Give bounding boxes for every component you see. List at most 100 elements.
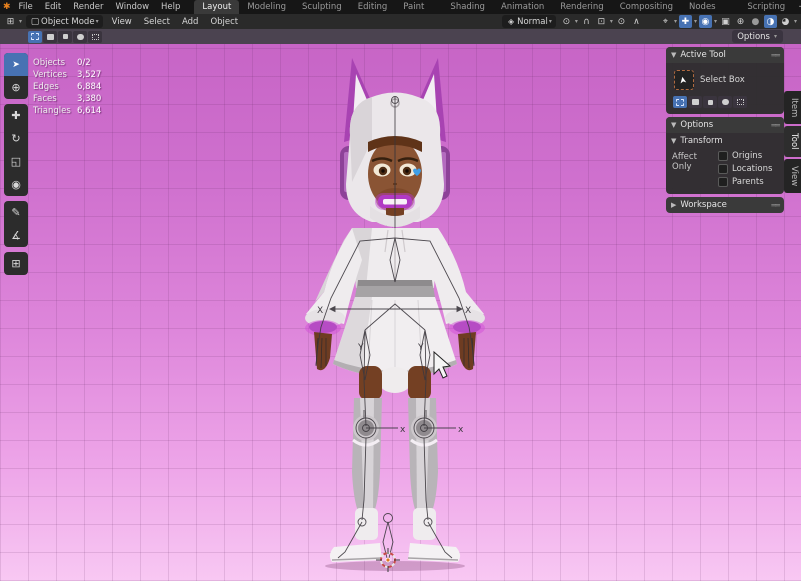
tool-cursor-button[interactable]: ⊕ xyxy=(4,76,28,99)
blender-logo-icon[interactable]: ✱ xyxy=(3,2,11,13)
tab-scripting[interactable]: Scripting xyxy=(739,0,793,14)
panel-mode-subtract-icon[interactable] xyxy=(703,96,717,108)
menu-render[interactable]: Render xyxy=(67,0,109,14)
tool-add-cube-button[interactable]: ⊞ xyxy=(4,252,28,275)
mode-dropdown[interactable]: ▢ Object Mode ▾ xyxy=(26,15,103,28)
tool-move-button[interactable]: ✚ xyxy=(4,104,28,127)
panel-mode-invert-icon[interactable] xyxy=(718,96,732,108)
select-mode-subtract-icon[interactable] xyxy=(58,31,72,43)
show-gizmos-icon[interactable]: ✚ xyxy=(679,15,692,28)
tab-modeling[interactable]: Modeling xyxy=(239,0,294,14)
shading-solid-icon[interactable]: ● xyxy=(749,15,762,28)
stat-faces-value: 3,380 xyxy=(77,93,101,105)
tab-compositing[interactable]: Compositing xyxy=(612,0,681,14)
gizmos-chevron-icon[interactable]: ▾ xyxy=(694,18,697,25)
tool-rotate-button[interactable]: ↻ xyxy=(4,127,28,150)
select-mode-intersect-icon[interactable] xyxy=(88,31,102,43)
snap-chevron-icon[interactable]: ▾ xyxy=(610,18,613,25)
snap-with-icon[interactable]: ⊡ xyxy=(595,15,608,28)
collapse-chevron-icon: ▼ xyxy=(671,51,676,59)
panel-mode-set-icon[interactable] xyxy=(673,96,687,108)
axis-label-y-left: Y xyxy=(357,343,364,353)
menu-select[interactable]: Select xyxy=(138,15,176,29)
tool-transform-button[interactable]: ◉ xyxy=(4,173,28,196)
panel-grip-icon[interactable]: ══ xyxy=(771,121,779,130)
xray-toggle-icon[interactable]: ▣ xyxy=(719,15,732,28)
gizmo-vis-chevron-icon[interactable]: ▾ xyxy=(674,18,677,25)
sidebar-tab-view[interactable]: View xyxy=(784,159,801,193)
shading-material-icon[interactable]: ◑ xyxy=(764,15,777,28)
workspace-header[interactable]: ▶ Workspace ══ xyxy=(666,197,784,213)
options-header[interactable]: ▼ Options ══ xyxy=(666,117,784,133)
select-mode-set-icon[interactable] xyxy=(28,31,42,43)
tool-scale-button[interactable]: ◱ xyxy=(4,150,28,173)
workspace-title: Workspace xyxy=(680,200,726,210)
origins-checkbox[interactable] xyxy=(718,151,728,161)
tab-layout[interactable]: Layout xyxy=(194,0,239,14)
menu-object[interactable]: Object xyxy=(204,15,244,29)
stat-objects-label: Objects xyxy=(33,57,77,69)
panel-grip-icon[interactable]: ══ xyxy=(771,51,779,60)
pivot-chevron-icon[interactable]: ▾ xyxy=(575,18,578,25)
menu-edit[interactable]: Edit xyxy=(39,0,67,14)
sidebar-tab-item[interactable]: Item xyxy=(784,91,801,124)
panel-grip-icon[interactable]: ══ xyxy=(771,201,779,210)
tool-measure-button[interactable]: ∡ xyxy=(4,224,28,247)
tab-uv-editing[interactable]: UV Editing xyxy=(350,0,396,14)
gizmo-visibility-icon[interactable]: ⌖ xyxy=(659,15,672,28)
expand-chevron-icon: ▶ xyxy=(671,201,676,209)
transform-subpanel-header[interactable]: ▼ Transform xyxy=(666,133,784,149)
tool-select-box-button[interactable]: ➤ xyxy=(4,53,28,76)
collapse-chevron-icon: ▼ xyxy=(671,137,676,145)
sidebar-tab-tool[interactable]: Tool xyxy=(784,126,801,157)
locations-checkbox[interactable] xyxy=(718,164,728,174)
mode-chevron-icon: ▾ xyxy=(96,18,99,25)
menu-file[interactable]: File xyxy=(13,0,39,14)
parents-checkbox[interactable] xyxy=(718,177,728,187)
tab-animation[interactable]: Animation xyxy=(493,0,552,14)
panel-mode-intersect-icon[interactable] xyxy=(733,96,747,108)
stat-edges-value: 6,884 xyxy=(77,81,101,93)
menu-add[interactable]: Add xyxy=(176,15,204,29)
select-mode-invert-icon[interactable] xyxy=(73,31,87,43)
menu-help[interactable]: Help xyxy=(155,0,186,14)
shading-rendered-icon[interactable]: ◕ xyxy=(779,15,792,28)
stat-triangles-label: Triangles xyxy=(33,105,77,117)
tab-rendering[interactable]: Rendering xyxy=(552,0,611,14)
falloff-curve-icon[interactable]: ∧ xyxy=(630,15,643,28)
pivot-point-icon[interactable]: ⊙ xyxy=(560,15,573,28)
orientation-icon: ◈ xyxy=(506,15,516,28)
select-box-tool-icon: ➤ xyxy=(674,70,694,90)
panel-select-mode-group xyxy=(673,96,778,108)
workspace-tabs: Layout Modeling Sculpting UV Editing Tex… xyxy=(194,0,801,14)
shading-chevron-icon[interactable]: ▾ xyxy=(794,18,797,25)
add-workspace-button[interactable]: + xyxy=(793,0,801,14)
menu-view[interactable]: View xyxy=(106,15,138,29)
snap-magnet-icon[interactable]: ∩ xyxy=(580,15,593,28)
panel-mode-extend-icon[interactable] xyxy=(688,96,702,108)
active-tool-header[interactable]: ▼ Active Tool ══ xyxy=(666,47,784,63)
overlays-chevron-icon[interactable]: ▾ xyxy=(714,18,717,25)
stat-vertices-value: 3,527 xyxy=(77,69,101,81)
orientation-dropdown[interactable]: ◈ Normal ▾ xyxy=(502,15,556,28)
menu-window[interactable]: Window xyxy=(110,0,156,14)
tab-sculpting[interactable]: Sculpting xyxy=(294,0,350,14)
show-overlays-icon[interactable]: ◉ xyxy=(699,15,712,28)
stat-edges-label: Edges xyxy=(33,81,77,93)
origins-label: Origins xyxy=(732,151,762,161)
mouse-cursor xyxy=(434,352,450,378)
viewport-options-button[interactable]: Options ▾ xyxy=(732,30,783,43)
stat-triangles-value: 6,614 xyxy=(77,105,101,117)
tab-geometry-nodes[interactable]: Geometry Nodes xyxy=(681,0,739,14)
object-mode-icon: ▢ xyxy=(30,15,40,28)
tab-shading[interactable]: Shading xyxy=(442,0,493,14)
select-mode-extend-icon[interactable] xyxy=(43,31,57,43)
shading-wireframe-icon[interactable]: ⊕ xyxy=(734,15,747,28)
proportional-editing-icon[interactable]: ⊙ xyxy=(615,15,628,28)
editor-type-icon[interactable]: ⊞ xyxy=(4,15,17,28)
editor-type-chevron-icon[interactable]: ▾ xyxy=(19,18,22,25)
3d-viewport[interactable]: X X x x Y Y xyxy=(0,44,801,581)
tool-annotate-button[interactable]: ✎ xyxy=(4,201,28,224)
axis-label-hip-x-right: X xyxy=(465,306,471,316)
tab-texture-paint[interactable]: Texture Paint xyxy=(395,0,442,14)
